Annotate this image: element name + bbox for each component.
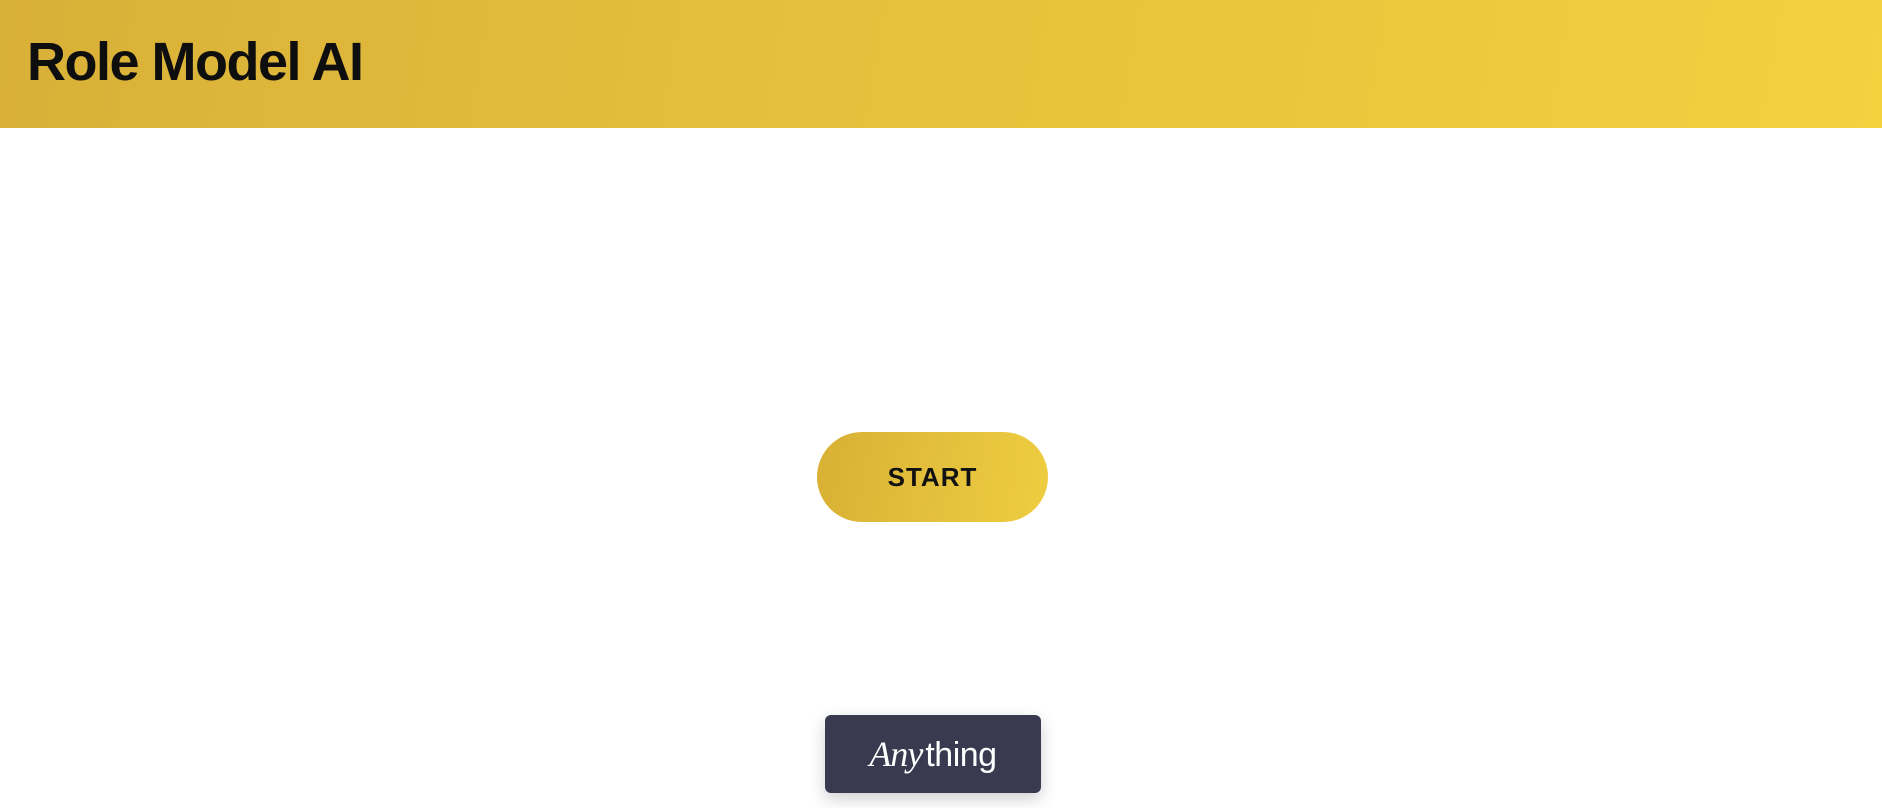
- start-button[interactable]: START: [817, 432, 1048, 522]
- app-title: Role Model AI: [27, 32, 364, 92]
- anything-logo-italic: Any: [869, 733, 923, 774]
- anything-badge[interactable]: Any thing: [825, 715, 1041, 793]
- anything-logo-plain: thing: [925, 735, 997, 774]
- app-header: Role Model AI: [0, 0, 1882, 128]
- anything-logo: Any thing: [869, 733, 997, 775]
